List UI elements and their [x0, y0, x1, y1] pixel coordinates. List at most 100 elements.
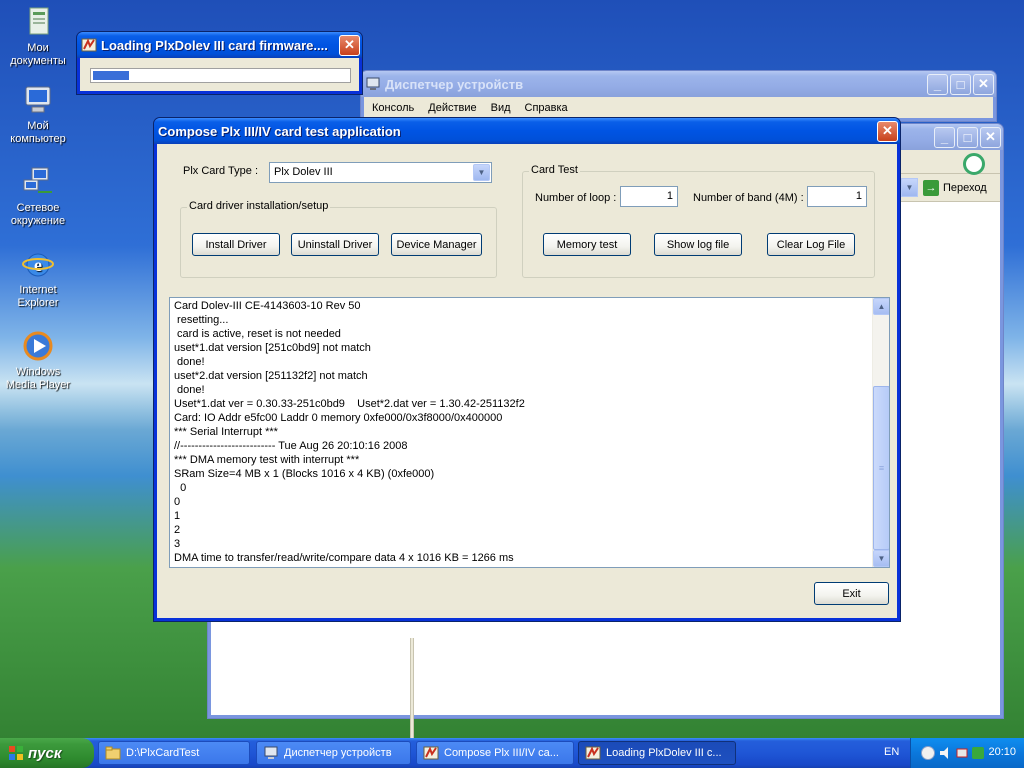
band-label: Number of band (4M) :: [693, 192, 804, 204]
media-player-icon: [22, 330, 54, 362]
app-icon: [585, 745, 601, 761]
desktop-icon-internet-explorer[interactable]: e Internet Explorer: [0, 248, 76, 310]
device-manager-button[interactable]: Device Manager: [391, 233, 482, 256]
app-icon: [81, 37, 97, 53]
log-line: uset*1.dat version [251c0bd9] not match: [174, 342, 371, 354]
card-type-value: Plx Dolev III: [274, 166, 333, 178]
address-dropdown-arrow[interactable]: ▼: [901, 178, 918, 197]
log-line: Card Dolev-III CE-4143603-10 Rev 50: [174, 300, 361, 312]
volume-icon[interactable]: [939, 746, 953, 760]
nvidia-icon[interactable]: [972, 747, 984, 759]
device-manager-window: Диспетчер устройств _ □ ✕ Консоль Действ…: [360, 70, 997, 122]
desktop-icon-label: Мой компьютер: [10, 120, 66, 145]
log-output[interactable]: Card Dolev-III CE-4143603-10 Rev 50 rese…: [169, 297, 890, 568]
log-scrollbar[interactable]: ▲ ≡ ▼: [872, 298, 889, 567]
taskbar-item-compose[interactable]: Compose Plx III/IV ca...: [416, 741, 574, 765]
taskbar-item-label: Compose Plx III/IV ca...: [444, 747, 559, 759]
log-line: *** DMA memory test with interrupt ***: [174, 454, 360, 466]
log-line: DMA time to transfer/read/write/compare …: [174, 552, 514, 564]
desktop-icon-label: Мои документы: [10, 42, 66, 67]
chevron-down-icon[interactable]: ▼: [473, 164, 490, 181]
device-manager-icon: [365, 76, 381, 92]
show-log-button[interactable]: Show log file: [654, 233, 742, 256]
maximize-button[interactable]: □: [950, 73, 971, 95]
log-line: Uset*1.dat ver = 0.30.33-251c0bd9 Uset*2…: [174, 398, 525, 410]
go-button[interactable]: → Переход: [923, 178, 987, 198]
log-line: 1: [174, 510, 181, 522]
windows-flag-icon: [8, 745, 24, 761]
minimize-button[interactable]: _: [927, 73, 948, 95]
computer-icon: [22, 84, 54, 116]
scroll-down-icon[interactable]: ▼: [873, 550, 889, 567]
desktop-icon-my-documents[interactable]: Мои документы: [0, 6, 76, 68]
internet-explorer-icon: e: [22, 248, 54, 280]
taskbar-item-folder[interactable]: D:\PlxCardTest: [98, 741, 250, 765]
start-label: пуск: [28, 744, 62, 762]
log-line: 2: [174, 524, 181, 536]
desktop-icon-label: Windows Media Player: [5, 366, 71, 391]
main-window: Compose Plx III/IV card test application…: [153, 117, 901, 622]
firmware-progress-bar: [90, 68, 351, 83]
loops-label: Number of loop :: [535, 192, 617, 204]
maximize-button[interactable]: □: [957, 126, 978, 148]
help-icon[interactable]: [921, 746, 935, 760]
taskbar-item-label: Диспетчер устройств: [284, 747, 392, 759]
close-button[interactable]: ✕: [877, 120, 898, 142]
device-manager-menubar: Консоль Действие Вид Справка: [364, 97, 993, 118]
card-type-label: Plx Card Type :: [183, 165, 258, 177]
log-line: uset*2.dat version [251132f2] not match: [174, 370, 368, 382]
main-window-client: Plx Card Type : Plx Dolev III ▼ Card dri…: [157, 144, 897, 618]
taskbar-item-loading[interactable]: Loading PlxDolev III c...: [578, 741, 736, 765]
network-tray-icon[interactable]: [956, 746, 968, 760]
system-tray: 20:10: [910, 738, 1024, 768]
main-window-title: Compose Plx III/IV card test application: [158, 123, 401, 139]
language-indicator[interactable]: EN: [884, 746, 899, 758]
loading-window: Loading PlxDolev III card firmware.... ✕: [76, 31, 363, 95]
log-line: card is active, reset is not needed: [174, 328, 341, 340]
main-window-titlebar[interactable]: Compose Plx III/IV card test application…: [154, 118, 900, 144]
menu-item-help[interactable]: Справка: [525, 102, 568, 114]
install-driver-button[interactable]: Install Driver: [192, 233, 280, 256]
desktop-icon-media-player[interactable]: Windows Media Player: [0, 330, 76, 392]
device-manager-title: Диспетчер устройств: [385, 76, 524, 92]
driver-setup-legend: Card driver installation/setup: [187, 200, 331, 212]
log-line: 3: [174, 538, 181, 550]
menu-item-console[interactable]: Консоль: [372, 102, 414, 114]
loops-input[interactable]: 1: [620, 186, 678, 207]
pane-divider: [410, 638, 414, 738]
close-button[interactable]: ✕: [339, 34, 360, 56]
log-text: Card Dolev-III CE-4143603-10 Rev 50 rese…: [170, 299, 871, 565]
close-button[interactable]: ✕: [980, 126, 1001, 148]
log-line: 0: [174, 482, 187, 494]
taskbar-item-label: Loading PlxDolev III c...: [606, 747, 722, 759]
uninstall-driver-button[interactable]: Uninstall Driver: [291, 233, 379, 256]
folder-documents-icon: [22, 6, 54, 38]
start-button[interactable]: пуск: [0, 738, 94, 768]
menu-item-view[interactable]: Вид: [491, 102, 511, 114]
loading-window-titlebar[interactable]: Loading PlxDolev III card firmware.... ✕: [77, 32, 362, 58]
scroll-up-icon[interactable]: ▲: [873, 298, 889, 315]
clear-log-button[interactable]: Clear Log File: [767, 233, 855, 256]
desktop-icon-network[interactable]: Сетевое окружение: [0, 166, 76, 228]
close-button[interactable]: ✕: [973, 73, 994, 95]
refresh-icon[interactable]: [963, 153, 985, 175]
exit-button[interactable]: Exit: [814, 582, 889, 605]
band-input[interactable]: 1: [807, 186, 867, 207]
card-test-legend: Card Test: [529, 164, 580, 176]
desktop-icon-my-computer[interactable]: Мой компьютер: [0, 84, 76, 146]
device-manager-icon: [263, 745, 279, 761]
scroll-thumb[interactable]: ≡: [873, 386, 889, 550]
log-line: Card: IO Addr e5fc00 Laddr 0 memory 0xfe…: [174, 412, 503, 424]
taskbar-item-device-manager[interactable]: Диспетчер устройств: [256, 741, 411, 765]
desktop-icon-label: Сетевое окружение: [10, 202, 66, 227]
device-manager-titlebar[interactable]: Диспетчер устройств _ □ ✕: [361, 71, 996, 97]
log-line: resetting...: [174, 314, 229, 326]
log-line: //-------------------------- Tue Aug 26 …: [174, 440, 408, 452]
taskbar-item-label: D:\PlxCardTest: [126, 747, 200, 759]
minimize-button[interactable]: _: [934, 126, 955, 148]
menu-item-action[interactable]: Действие: [428, 102, 476, 114]
memory-test-button[interactable]: Memory test: [543, 233, 631, 256]
network-icon: [22, 166, 54, 198]
card-type-select[interactable]: Plx Dolev III ▼: [269, 162, 492, 183]
log-line: *** Serial Interrupt ***: [174, 426, 278, 438]
